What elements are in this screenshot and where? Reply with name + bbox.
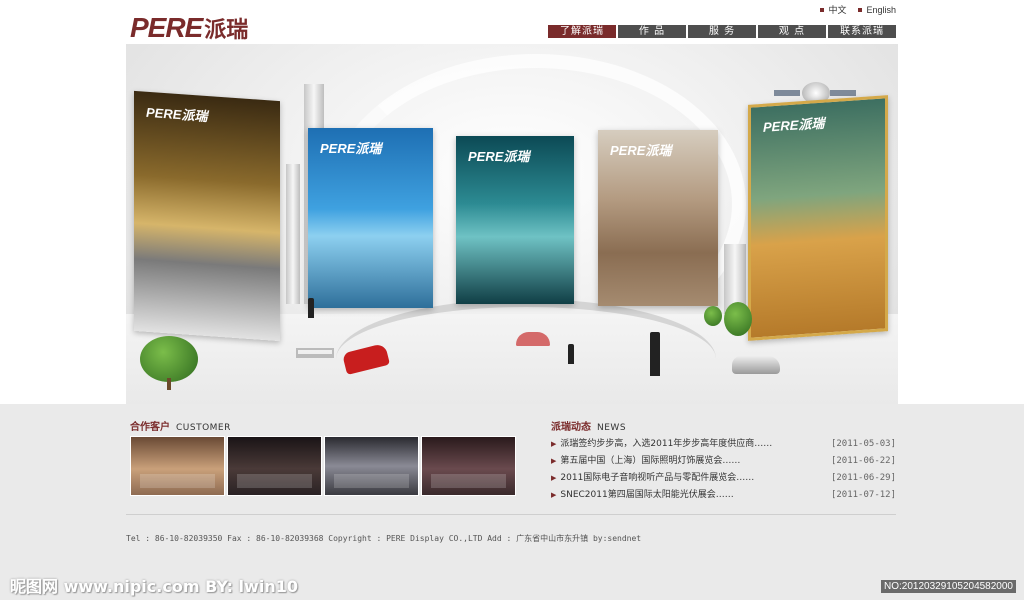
satellite-wing — [830, 90, 856, 96]
satellite-wing — [774, 90, 800, 96]
panel-brand-label: PERE派瑞 — [610, 143, 672, 158]
tree-image — [724, 302, 752, 336]
news-item-date: [2011-06-29] — [830, 473, 896, 483]
nav-services[interactable]: 服 务 — [688, 25, 756, 38]
customer-gallery — [130, 436, 516, 496]
customer-heading: 合作客户 CUSTOMER — [130, 418, 231, 433]
customer-title-cn: 合作客户 — [130, 422, 170, 433]
umbrella-image — [516, 332, 550, 346]
panel-brand-label: PERE派瑞 — [146, 104, 208, 125]
news-title-cn: 派瑞动态 — [551, 422, 591, 433]
news-item-text: 2011国际电子音响视听产品与零配件展览会…… — [560, 473, 755, 483]
banner-panel-eagle[interactable]: PERE派瑞 — [748, 95, 888, 341]
silver-car-image — [732, 356, 780, 374]
banner-panel-shoe[interactable]: PERE派瑞 — [598, 130, 718, 306]
footer-contact: Tel : 86-10-82039350 Fax : 86-10-8203936… — [126, 534, 642, 543]
nav-about[interactable]: 了解派瑞 — [548, 25, 616, 38]
bullet-arrow-icon: ▶ — [551, 440, 557, 448]
tree-image — [140, 336, 198, 382]
businessman-silhouette — [650, 332, 660, 376]
hero-banner: PERE派瑞 PERE派瑞 PERE派瑞 PERE派瑞 PERE派瑞 — [126, 44, 898, 404]
news-item-date: [2011-07-12] — [830, 490, 896, 500]
banner-panel-steps[interactable]: PERE派瑞 — [456, 136, 574, 304]
tree-image — [704, 306, 722, 326]
customer-thumbnail[interactable] — [130, 436, 225, 496]
news-item[interactable]: ▶ 第五届中国（上海）国际照明灯饰展览会…… [2011-06-22] — [551, 453, 896, 470]
person-silhouette — [568, 344, 574, 364]
skyscraper-image — [286, 164, 300, 304]
watermark-left: 昵图网 www.nipic.com BY: lwin10 — [10, 577, 298, 596]
lang-chinese-link[interactable]: 中文 — [820, 3, 846, 16]
tree-trunk — [167, 378, 171, 390]
nav-works[interactable]: 作 品 — [618, 25, 686, 38]
bench-image — [296, 348, 334, 358]
main-nav: 了解派瑞 作 品 服 务 观 点 联系派瑞 — [548, 25, 896, 38]
news-title-en: NEWS — [597, 423, 627, 433]
customer-title-en: CUSTOMER — [176, 423, 231, 433]
customer-thumbnail[interactable] — [421, 436, 516, 496]
site-logo[interactable]: PERE 派瑞 — [130, 12, 249, 43]
panel-brand-label: PERE派瑞 — [320, 141, 382, 156]
watermark-id: NO:20120329105204582000 — [880, 580, 1016, 593]
person-silhouette — [308, 298, 314, 318]
banner-panel-whale[interactable]: PERE派瑞 — [308, 128, 433, 308]
news-list: ▶ 派瑞签约步步高，入选2011年步步高年度供应商…… [2011-05-03] … — [551, 436, 896, 504]
lang-english-link[interactable]: English — [858, 3, 896, 16]
bullet-arrow-icon: ▶ — [551, 457, 557, 465]
nav-views[interactable]: 观 点 — [758, 25, 826, 38]
news-item-date: [2011-05-03] — [830, 439, 896, 449]
news-item[interactable]: ▶ 派瑞签约步步高，入选2011年步步高年度供应商…… [2011-05-03] — [551, 436, 896, 453]
news-item-text: 派瑞签约步步高，入选2011年步步高年度供应商…… — [560, 439, 773, 449]
news-heading: 派瑞动态 NEWS — [551, 418, 626, 433]
news-item-text: SNEC2011第四届国际太阳能光伏展会…… — [560, 490, 734, 500]
customer-thumbnail[interactable] — [324, 436, 419, 496]
bullet-arrow-icon: ▶ — [551, 491, 557, 499]
bullet-arrow-icon: ▶ — [551, 474, 557, 482]
panel-brand-label: PERE派瑞 — [763, 115, 825, 135]
customer-thumbnail[interactable] — [227, 436, 322, 496]
logo-latin: PERE — [130, 12, 203, 43]
footer-divider — [126, 514, 896, 515]
panel-brand-label: PERE派瑞 — [468, 149, 530, 164]
news-item[interactable]: ▶ 2011国际电子音响视听产品与零配件展览会…… [2011-06-29] — [551, 470, 896, 487]
news-item-date: [2011-06-22] — [830, 456, 896, 466]
news-item[interactable]: ▶ SNEC2011第四届国际太阳能光伏展会…… [2011-07-12] — [551, 487, 896, 504]
banner-panel-car[interactable]: PERE派瑞 — [134, 90, 280, 342]
nav-contact[interactable]: 联系派瑞 — [828, 25, 896, 38]
logo-cjk: 派瑞 — [204, 18, 249, 43]
news-item-text: 第五届中国（上海）国际照明灯饰展览会…… — [560, 456, 741, 466]
language-switcher: 中文 English — [820, 3, 896, 16]
